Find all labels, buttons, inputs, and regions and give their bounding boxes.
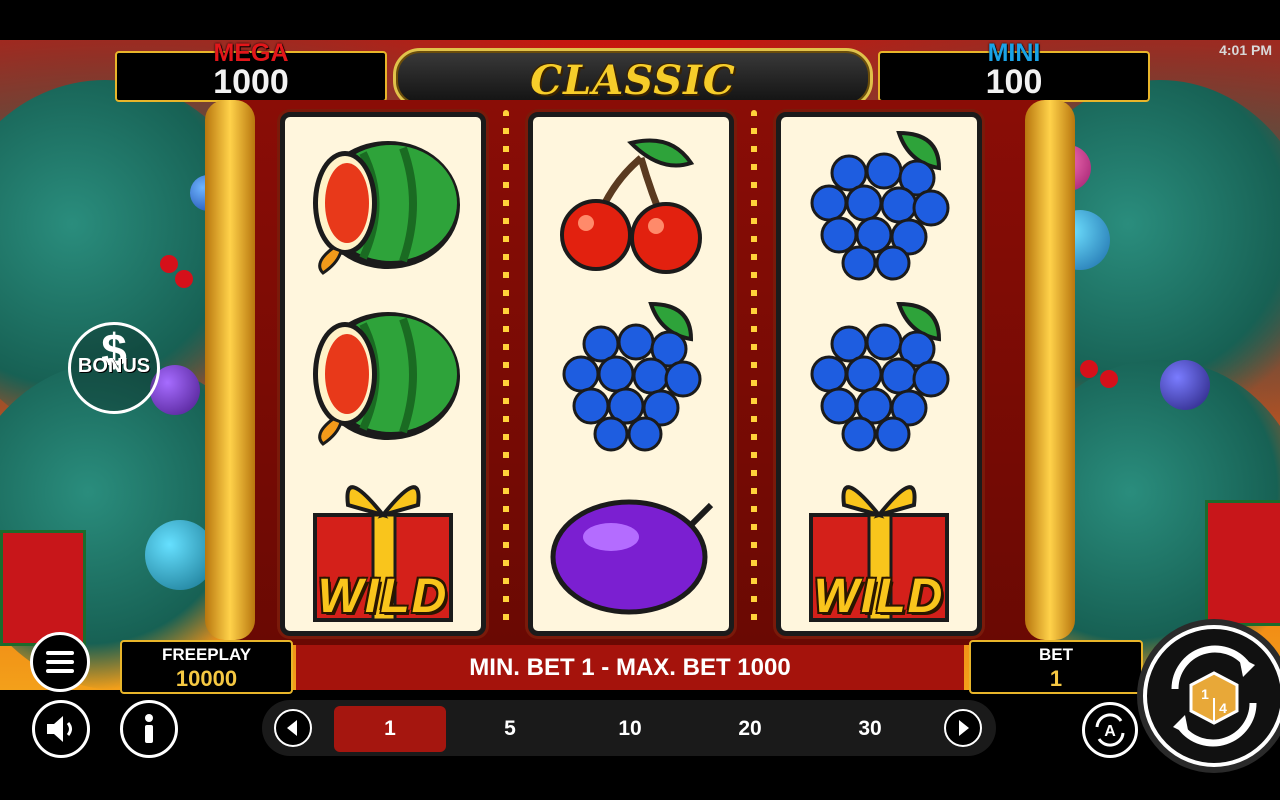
reel-divider-lights <box>503 110 509 630</box>
reel-1: WILD <box>280 112 486 636</box>
bet-option-5[interactable]: 5 <box>454 706 566 752</box>
menu-icon <box>46 651 74 673</box>
gift-box-left <box>0 530 86 646</box>
spin-button[interactable]: 1 4 <box>1143 625 1280 767</box>
bet-label: BET <box>1039 645 1073 664</box>
bet-value: 1 <box>1049 666 1063 691</box>
top-black-bar <box>0 0 1280 40</box>
info-button[interactable] <box>120 700 178 758</box>
reel-symbol-cherries <box>533 117 729 288</box>
svg-text:1: 1 <box>1201 686 1209 702</box>
spin-icon: 1 4 <box>1171 645 1257 747</box>
reel-symbol-wild: WILD <box>781 459 977 630</box>
bonus-button[interactable]: $ BONUS <box>68 322 160 414</box>
reel-3: WILD <box>776 112 982 636</box>
gold-frame-left <box>205 100 255 640</box>
freeplay-value: 10000 <box>175 666 238 691</box>
freeplay-label: FREEPLAY <box>161 645 252 664</box>
bet-option-10[interactable]: 10 <box>574 706 686 752</box>
arrow-left-icon <box>287 720 297 736</box>
reel-symbol-grapes <box>781 288 977 459</box>
mega-value: 1000 <box>213 63 289 101</box>
game-title-plate: CLASSIC CHRISTMAS <box>393 48 873 151</box>
gold-frame-right <box>1025 100 1075 640</box>
ornament-navy <box>1160 360 1210 410</box>
menu-button[interactable] <box>30 632 90 692</box>
reel-symbol-grapes <box>533 288 729 459</box>
holly-berry <box>1100 370 1118 388</box>
holly-berry <box>160 255 178 273</box>
reel-2 <box>528 112 734 636</box>
mini-jackpot: MINI 100 <box>878 39 1150 102</box>
grapes-icon <box>810 301 950 452</box>
bet-display: BET 1 <box>969 640 1143 694</box>
info-icon <box>145 714 153 743</box>
freeplay-balance: FREEPLAY 10000 <box>120 640 293 694</box>
reel-symbol-grapes <box>781 117 977 288</box>
bet-option-20[interactable]: 20 <box>694 706 806 752</box>
svg-text:4: 4 <box>1219 700 1227 716</box>
grapes-icon <box>810 130 950 281</box>
autoplay-button[interactable]: A <box>1082 702 1138 758</box>
status-clock: 4:01 PM <box>1219 42 1272 58</box>
bonus-label: BONUS <box>77 355 151 377</box>
bet-range-text: MIN. BET 1 - MAX. BET 1000 <box>296 645 964 690</box>
autoplay-icon: A <box>1095 713 1125 747</box>
grapes-icon <box>562 301 702 452</box>
wild-label: WILD <box>317 570 449 623</box>
wild-label: WILD <box>813 570 945 623</box>
svg-text:A: A <box>1104 723 1116 740</box>
watermelon-icon <box>313 141 460 275</box>
bet-next-button[interactable] <box>944 709 982 747</box>
speaker-icon <box>47 716 72 742</box>
reel-symbol-wild: WILD <box>285 459 481 630</box>
reel-symbol-watermelon <box>285 288 481 459</box>
sound-button[interactable] <box>32 700 90 758</box>
bet-option-30[interactable]: 30 <box>814 706 926 752</box>
bet-prev-button[interactable] <box>274 709 312 747</box>
mini-value: 100 <box>985 63 1043 101</box>
holly-berry <box>175 270 193 288</box>
reel-symbol-watermelon <box>285 117 481 288</box>
bet-option-1[interactable]: 1 <box>334 706 446 752</box>
holly-berry <box>1080 360 1098 378</box>
plum-icon <box>550 499 714 615</box>
watermelon-icon <box>313 312 460 446</box>
cherries-icon <box>560 138 702 274</box>
gift-box-right <box>1205 500 1280 626</box>
reel-symbol-plum <box>533 459 729 630</box>
mega-jackpot: MEGA 1000 <box>115 39 387 102</box>
arrow-right-icon <box>959 720 969 736</box>
reel-divider-lights <box>751 110 757 630</box>
